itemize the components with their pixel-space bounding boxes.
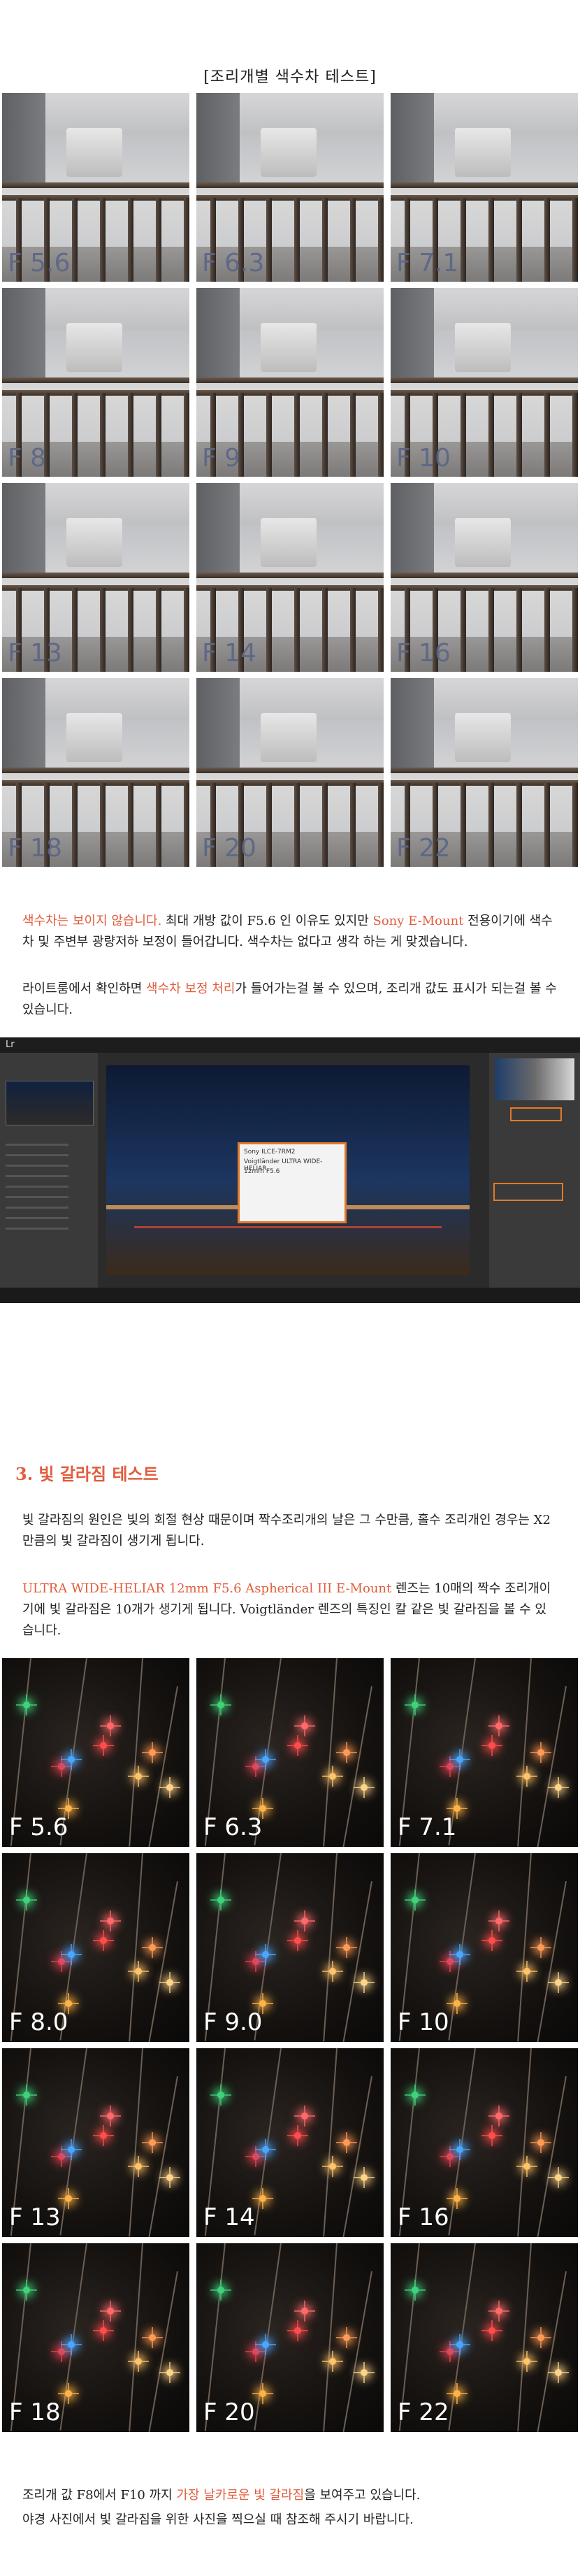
- panel-line: [6, 1196, 68, 1198]
- highlight-box: [510, 1107, 562, 1121]
- aperture-label: F 22: [398, 2398, 449, 2426]
- footer-text-a: 조리개 값 F8에서 F10 까지: [22, 2488, 177, 2503]
- histogram: [495, 1058, 574, 1100]
- starburst-sample-photo: F 8.0: [2, 1853, 189, 2042]
- aperture-label: F 13: [8, 639, 62, 668]
- ca-sample-photo: F 5.6: [2, 93, 189, 282]
- lightroom-paragraph: 라이트룸에서 확인하면 색수차 보정 처리가 들어가는걸 볼 수 있으며, 조리…: [22, 979, 558, 1021]
- starburst-sample-photo: F 7.1: [391, 1658, 578, 1847]
- lens-info-dialog: Sony ILCE-7RM2 Voigtländer ULTRA WIDE-HE…: [238, 1142, 347, 1223]
- lightroom-top-bar: Lr: [0, 1037, 580, 1053]
- ca-sample-photo: F 20: [196, 678, 384, 867]
- aperture-label: F 9: [202, 444, 241, 473]
- aperture-label: F 18: [9, 2398, 61, 2426]
- aperture-label: F 14: [202, 639, 256, 668]
- navigator-thumbnail: [6, 1081, 94, 1125]
- star-paragraph-1: 빛 갈라짐의 원인은 빛의 회절 현상 때문이며 짝수조리개의 날은 그 수만큼…: [22, 1513, 551, 1548]
- star-paragraph-2: ULTRA WIDE-HELIAR 12mm F5.6 Aspherical I…: [22, 1578, 558, 1641]
- ca-sample-photo: F 18: [2, 678, 189, 867]
- lightroom-screenshot: Lr Sony ILCE-7RM2 Voigtländer ULTRA WIDE…: [0, 1037, 580, 1303]
- starburst-sample-photo: F 13: [2, 2048, 189, 2237]
- panel-line: [6, 1165, 68, 1167]
- aperture-label: F 16: [396, 639, 451, 668]
- starburst-sample-photo: F 10: [391, 1853, 578, 2042]
- aperture-label: F 9.0: [203, 2008, 263, 2036]
- dialog-line: Sony ILCE-7RM2: [244, 1149, 296, 1156]
- starburst-sample-photo: F 20: [196, 2243, 384, 2432]
- starburst-sample-photo: F 5.6: [2, 1658, 189, 1847]
- aperture-label: F 10: [398, 2008, 449, 2036]
- aperture-label: F 8.0: [9, 2008, 68, 2036]
- lightroom-logo: Lr: [6, 1039, 15, 1050]
- ca-sample-photo: F 8: [2, 288, 189, 477]
- aperture-label: F 18: [8, 834, 62, 863]
- lightroom-text-a: 라이트룸에서 확인하면: [22, 981, 147, 996]
- ca-no-aberration-text: 색수차는 보이지 않습니다.: [22, 914, 162, 928]
- aperture-label: F 7.1: [398, 1813, 457, 1841]
- panel-line: [6, 1175, 68, 1177]
- highlight-box: [493, 1183, 563, 1201]
- lightroom-right-panel: [489, 1053, 580, 1290]
- footer-line-1: 조리개 값 F8에서 F10 까지 가장 날카로운 빛 갈라짐을 보여주고 있습…: [22, 2485, 558, 2506]
- lens-name-text: ULTRA WIDE-HELIAR 12mm F5.6 Aspherical I…: [22, 1581, 392, 1596]
- light-trail: [134, 1226, 442, 1228]
- starburst-sample-photo: F 14: [196, 2048, 384, 2237]
- panel-line: [6, 1217, 68, 1219]
- panel-line: [6, 1186, 68, 1188]
- ca-correction-text: 색수차 보정 처리: [146, 981, 235, 996]
- ca-sample-photo: F 10: [391, 288, 578, 477]
- ca-paragraph: 색수차는 보이지 않습니다. 최대 개방 값이 F5.6 인 이유도 있지만 S…: [22, 911, 558, 953]
- panel-line: [6, 1154, 68, 1156]
- star-test-heading: 3. 빛 갈라짐 테스트: [15, 1464, 159, 1484]
- aperture-label: F 10: [396, 444, 451, 473]
- aperture-label: F 5.6: [8, 249, 71, 278]
- aperture-label: F 22: [396, 834, 451, 863]
- aperture-label: F 7.1: [396, 249, 459, 278]
- ca-sample-photo: F 16: [391, 483, 578, 672]
- panel-line: [6, 1144, 68, 1146]
- aperture-label: F 16: [398, 2203, 449, 2231]
- starburst-sample-photo: F 6.3: [196, 1658, 384, 1847]
- sharpest-starburst-text: 가장 날카로운 빛 갈라짐: [176, 2488, 305, 2503]
- ca-sample-photo: F 13: [2, 483, 189, 672]
- aperture-label: F 20: [202, 834, 256, 863]
- starburst-sample-photo: F 9.0: [196, 1853, 384, 2042]
- ca-test-title: [조리개별 색수차 테스트]: [203, 69, 377, 86]
- ca-sample-photo: F 9: [196, 288, 384, 477]
- footer-line-2: 야경 사진에서 빛 갈라짐을 위한 사진을 찍으실 때 참조해 주시기 바랍니다…: [22, 2512, 414, 2527]
- aperture-label: F 5.6: [9, 1813, 68, 1841]
- starburst-sample-photo: F 22: [391, 2243, 578, 2432]
- aperture-label: F 13: [9, 2203, 61, 2231]
- panel-line: [6, 1207, 68, 1209]
- aperture-label: F 14: [203, 2203, 255, 2231]
- aperture-label: F 6.3: [203, 1813, 263, 1841]
- ca-sample-photo: F 7.1: [391, 93, 578, 282]
- lightroom-left-panel: [0, 1053, 98, 1290]
- aperture-label: F 20: [203, 2398, 255, 2426]
- ca-sample-photo: F 14: [196, 483, 384, 672]
- ca-text-1: 최대 개방 값이 F5.6 인 이유도 있지만: [161, 914, 373, 928]
- filmstrip: [0, 1288, 580, 1303]
- sony-emount-text: Sony E-Mount: [372, 914, 464, 928]
- footer-text-b: 을 보여주고 있습니다.: [304, 2488, 421, 2503]
- panel-line: [6, 1228, 68, 1230]
- starburst-sample-photo: F 16: [391, 2048, 578, 2237]
- aperture-label: F 8: [8, 444, 47, 473]
- starburst-sample-photo: F 18: [2, 2243, 189, 2432]
- aperture-label: F 6.3: [202, 249, 265, 278]
- dialog-line: 12mm F5.6: [244, 1168, 280, 1175]
- ca-sample-photo: F 6.3: [196, 93, 384, 282]
- ca-sample-photo: F 22: [391, 678, 578, 867]
